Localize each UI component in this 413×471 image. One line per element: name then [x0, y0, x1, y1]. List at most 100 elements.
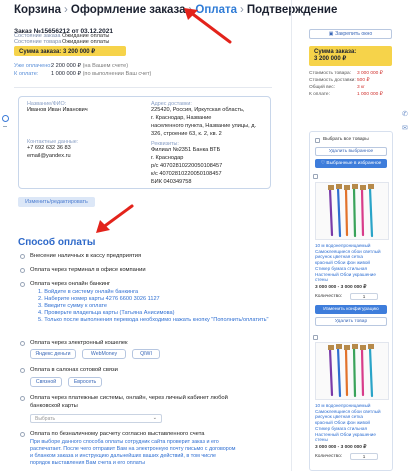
- cart-items-panel: Выбрать все товары Удалить выбранное ♡ В…: [309, 131, 393, 471]
- product-title[interactable]: 10 м водонепроницаемый Самоклеящиеся обо…: [315, 243, 381, 283]
- divider: [14, 87, 272, 88]
- wallet-webmoney-button[interactable]: WebMoney: [82, 349, 126, 359]
- summary-value: 3 000 000 ₽: [357, 71, 383, 76]
- product-image[interactable]: [315, 182, 389, 240]
- payment-option-cash[interactable]: Внесение наличных в кассу предприятия: [30, 253, 141, 259]
- payment-radio-systems[interactable]: [20, 396, 25, 401]
- product-image[interactable]: [315, 342, 389, 400]
- sidebar-summary-row: К оплате: 1 000 000 ₽: [309, 92, 383, 97]
- summary-key: Общий вес:: [309, 85, 336, 90]
- wallet-qiwi-button[interactable]: QIWI: [132, 349, 160, 359]
- topay-row: К оплате: 1 000 000 ₽ (по выполнении Ваш …: [14, 71, 151, 77]
- scroll-indicator-icon[interactable]: [2, 115, 9, 122]
- summary-key: К оплате:: [309, 92, 330, 97]
- payment-option-systems-cont: банковской карты: [30, 403, 78, 409]
- pin-icon: ▣: [328, 31, 334, 37]
- payment-option-terminal[interactable]: Оплата через терминал в офисе компании: [30, 267, 146, 273]
- customer-name: Иванов Иван Иванович: [27, 107, 88, 113]
- phone-icon[interactable]: ✆: [402, 110, 408, 118]
- salon-svyaznoy-button[interactable]: Связной: [30, 377, 62, 387]
- goods-status-label: Состояние товара: [14, 39, 62, 45]
- crumb-cart[interactable]: Корзина: [14, 4, 61, 16]
- chevron-right-icon: ›: [240, 4, 244, 16]
- favorites-button[interactable]: ♡ Выбранные в избранное: [315, 159, 387, 168]
- payment-radio-terminal[interactable]: [20, 268, 25, 273]
- payment-option-systems[interactable]: Оплата через платежные системы, онлайн, …: [30, 395, 228, 401]
- payment-option-invoice[interactable]: Оплата по безналичному расчету согласно …: [30, 431, 205, 437]
- breadcrumb: Корзина›Оформление заказа›Оплата›Подтвер…: [14, 4, 337, 16]
- product-title-line: стены: [315, 437, 328, 443]
- product-title[interactable]: 10 м водонепроницаемый Самоклеящиеся обо…: [315, 403, 381, 443]
- requisites-line: БИК 040349758: [151, 179, 192, 185]
- address-line: 326, строение 63, к. 2, кв. 2: [151, 131, 222, 137]
- divider: [3, 126, 7, 127]
- divider: [291, 0, 292, 471]
- address-line: г. Краснодар, Название: [151, 115, 212, 121]
- sidebar-sum-badge: Сумма заказа: 3 200 000 ₽: [309, 46, 392, 66]
- payment-option-ewallet[interactable]: Оплата через электронный кошелек: [30, 340, 128, 346]
- sidebar-summary-row: Стоимость доставки:500 ₽: [309, 78, 369, 83]
- select-value: Выбрать: [35, 416, 56, 422]
- topay-label: К оплате:: [14, 71, 39, 77]
- chevron-down-icon: ⌄: [152, 415, 157, 421]
- requisites-line: к/с 40702810220050108457: [151, 171, 222, 177]
- topay-note: (по выполнении Ваш счет): [82, 71, 152, 77]
- product-photo-icon: [328, 344, 374, 398]
- pin-button-label: Закрепить окно: [335, 31, 373, 37]
- product-checkbox[interactable]: [313, 174, 318, 179]
- quantity-label: Количество:: [315, 294, 343, 299]
- invoice-note-line: и бланком заказа и инструкцию дальнейших…: [30, 453, 217, 459]
- summary-value: 1 000 000 ₽: [357, 92, 383, 97]
- summary-value: 500 ₽: [357, 78, 370, 83]
- goods-status-value: Ожидание оплаты: [62, 39, 110, 45]
- summary-key: Стоимость товара:: [309, 71, 351, 76]
- payment-section-title: Способ оплаты: [18, 237, 96, 248]
- select-all-label[interactable]: Выбрать все товары: [323, 137, 369, 142]
- quantity-label: Количество:: [315, 454, 343, 459]
- payment-radio-salon[interactable]: [20, 368, 25, 373]
- payment-radio-online[interactable]: [20, 282, 25, 287]
- order-sum-badge: Сумма заказа: 3 200 000 ₽: [14, 46, 126, 56]
- customer-email: email@yandex.ru: [27, 153, 71, 159]
- payment-option-salon[interactable]: Оплата в салонах сотовой связи: [30, 367, 118, 373]
- pin-window-button[interactable]: ▣ Закрепить окно: [309, 29, 392, 39]
- wallet-yandex-button[interactable]: Яндекс деньги: [30, 349, 76, 359]
- delete-item-button[interactable]: Удалить товар: [315, 317, 387, 326]
- sidebar-sum-value: 3 200 000 ₽: [314, 56, 347, 62]
- requisites-line: Филиал №2351 Банка ВТБ: [151, 147, 221, 153]
- product-photo-icon: [328, 184, 374, 238]
- payment-radio-ewallet[interactable]: [20, 341, 25, 346]
- payment-radio-cash[interactable]: [20, 254, 25, 259]
- salon-euroset-button[interactable]: Евросеть: [68, 377, 102, 387]
- online-step: 5. Только после выполнения перевода необ…: [38, 317, 269, 323]
- product-price: 3 000 000 - 3 000 000 ₽: [315, 285, 367, 290]
- requisites-line: р/с 40702810220050108457: [151, 163, 223, 169]
- chat-icon[interactable]: ✉: [402, 124, 408, 132]
- quantity-stepper[interactable]: 1: [350, 453, 378, 460]
- annotation-arrow-icon: [96, 204, 134, 233]
- crumb-confirmation[interactable]: Подтверждение: [247, 4, 338, 16]
- payment-system-select[interactable]: Выбрать ⌄: [30, 414, 162, 423]
- heart-icon: ♡: [320, 161, 326, 166]
- payment-radio-invoice[interactable]: [20, 432, 25, 437]
- edit-customer-button[interactable]: Изменить/редактировать: [18, 197, 95, 207]
- summary-key: Стоимость доставки:: [309, 78, 356, 83]
- change-config-button[interactable]: Изменить конфигурацию: [315, 305, 387, 314]
- address-line: 225420, Россия, Иркутская область,: [151, 107, 245, 113]
- summary-value: 3 кг: [357, 85, 365, 90]
- crumb-checkout[interactable]: Оформление заказа: [71, 4, 186, 16]
- annotation-arrow-icon: [184, 8, 232, 44]
- select-all-checkbox[interactable]: [315, 138, 320, 143]
- invoice-note-line: При выборе данного способа оплаты сотруд…: [30, 439, 219, 445]
- sidebar-summary-row: Общий вес: 3 кг: [309, 85, 365, 90]
- product-checkbox[interactable]: [313, 335, 318, 340]
- quantity-stepper[interactable]: 1: [350, 293, 378, 300]
- customer-phone: +7 692 632 36 83: [27, 145, 71, 151]
- delete-selected-button[interactable]: Удалить выбранное: [315, 147, 387, 156]
- invoice-note-line: распечатает. После чего отправит Вам на …: [30, 446, 236, 452]
- paid-note: (на Вашем счете): [82, 63, 129, 69]
- customer-card: Название/ФИО: Иванов Иван Иванович Конта…: [18, 96, 271, 189]
- paid-label: Уже оплачено:: [14, 63, 52, 69]
- payment-option-online[interactable]: Оплата через онлайн банкинг: [30, 281, 110, 287]
- address-line: населенного пункта, Название улицы, д.: [151, 123, 257, 129]
